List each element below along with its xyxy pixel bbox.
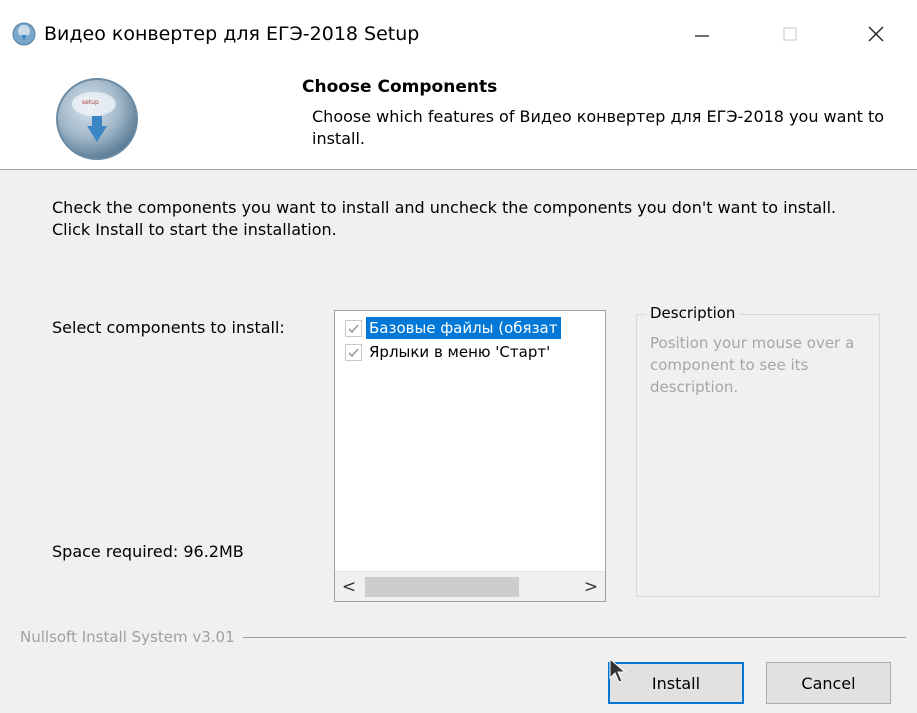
description-legend: Description [646,303,740,323]
install-button[interactable]: Install [608,662,744,704]
page-title: Choose Components [302,77,498,97]
installer-app-icon [12,22,36,46]
svg-text:setup: setup [82,99,99,106]
select-components-label: Select components to install: [52,318,285,337]
maximize-button[interactable] [760,6,820,62]
component-item-base-files[interactable]: Базовые файлы (обязат [345,317,561,339]
space-required-label: Space required: 96.2MB [52,542,244,561]
page-header: setup Choose Components Choose which fea… [0,62,917,170]
instructions-text: Check the components you want to install… [52,198,837,239]
component-item-start-menu[interactable]: Ярлыки в меню 'Старт' [345,341,553,363]
scroll-left-button[interactable]: < [335,572,363,601]
maximize-icon [783,27,797,41]
close-button[interactable] [846,6,906,62]
scroll-thumb[interactable] [365,577,519,597]
checkbox[interactable] [345,343,362,361]
checkmark-icon [348,347,359,357]
close-icon [868,26,884,42]
mouse-cursor-icon [609,658,627,683]
installer-logo-icon: setup [56,78,138,160]
components-tree[interactable]: Базовые файлы (обязат Ярлыки в меню 'Ста… [334,310,606,602]
branding-text: Nullsoft Install System v3.01 [20,627,243,647]
minimize-icon [695,35,709,37]
component-label: Базовые файлы (обязат [366,317,561,339]
minimize-button[interactable] [672,6,732,62]
scroll-right-button[interactable]: > [577,572,605,601]
window-title: Видео конвертер для ЕГЭ-2018 Setup [44,23,420,45]
cancel-button[interactable]: Cancel [766,662,891,704]
page-subtitle: Choose which features of Видео конвертер… [312,107,885,148]
description-text: Position your mouse over a component to … [650,334,855,396]
checkmark-icon [348,323,359,333]
installer-window: Видео конвертер для ЕГЭ-2018 Setup setup [0,0,917,713]
component-label: Ярлыки в меню 'Старт' [369,343,551,361]
title-bar[interactable]: Видео конвертер для ЕГЭ-2018 Setup [0,0,917,62]
checkbox[interactable] [345,319,362,337]
horizontal-scrollbar[interactable]: < > [335,571,605,601]
